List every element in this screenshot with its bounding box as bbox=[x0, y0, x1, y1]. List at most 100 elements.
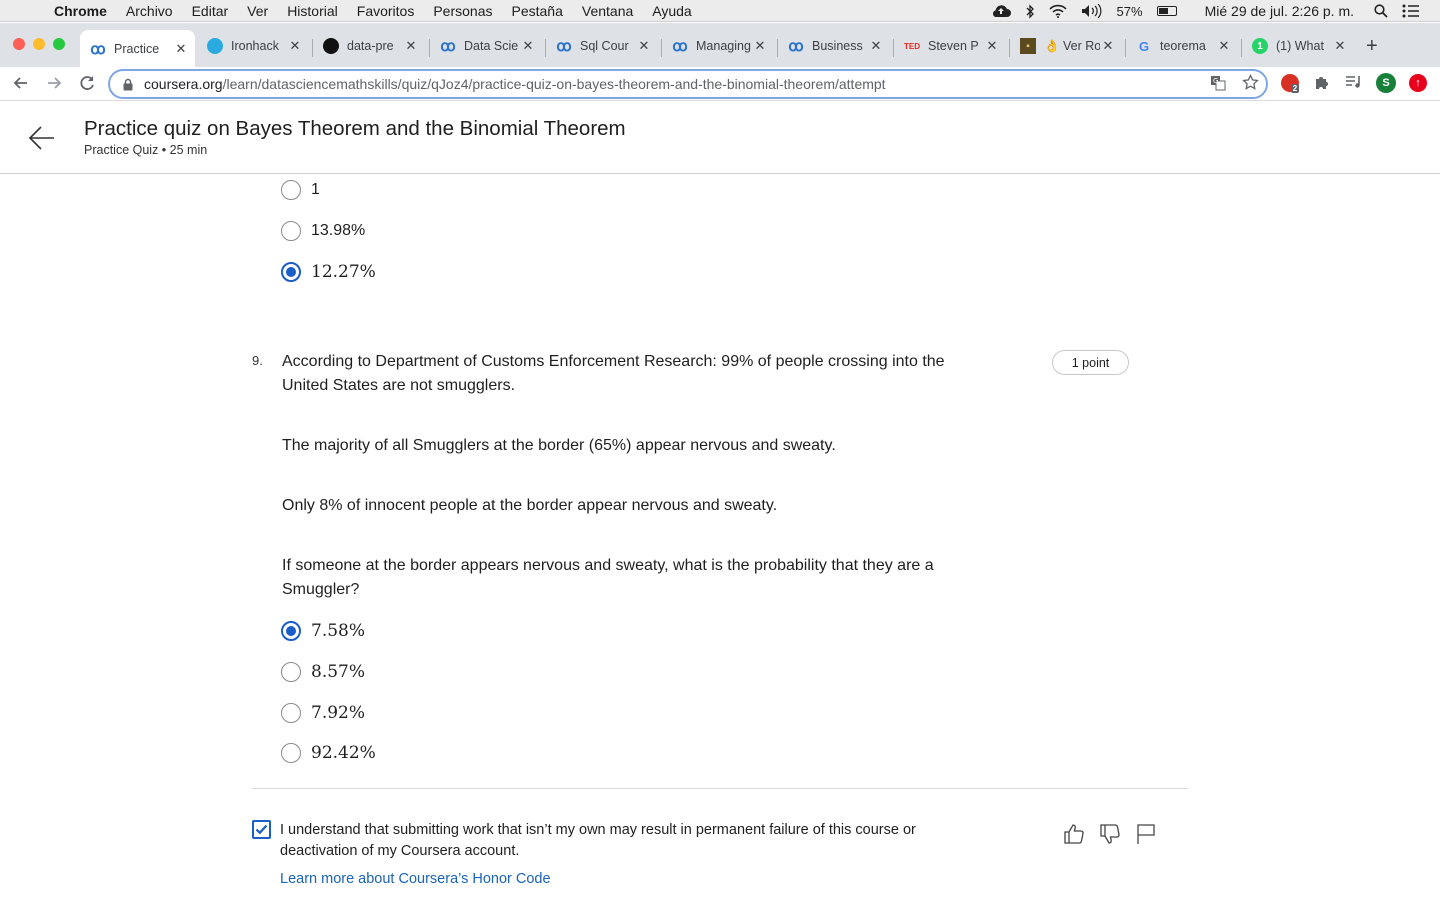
browser-tab[interactable]: ▪ 👌 Ver Ro ✕ bbox=[1010, 31, 1122, 61]
radio-button-selected[interactable] bbox=[281, 262, 301, 282]
menu-ventana[interactable]: Ventana bbox=[582, 3, 633, 19]
bookmark-star-icon[interactable] bbox=[1242, 74, 1259, 91]
radio-button-selected[interactable] bbox=[281, 621, 301, 641]
extension-badge-icon[interactable]: 2 bbox=[1281, 74, 1300, 93]
back-arrow-icon[interactable] bbox=[28, 124, 56, 152]
tab-title: 👌 Ver Ro bbox=[1044, 38, 1100, 53]
page-subtitle: Practice Quiz • 25 min bbox=[84, 143, 208, 157]
tab-close-icon[interactable]: ✕ bbox=[752, 38, 768, 54]
tab-title: Business bbox=[812, 39, 863, 53]
url-text[interactable]: coursera.org/learn/datasciencemathskills… bbox=[144, 76, 886, 92]
coursera-icon: ꝏ bbox=[440, 38, 456, 55]
profile-avatar[interactable]: S bbox=[1376, 73, 1396, 93]
menu-pestana[interactable]: Pestaña bbox=[512, 3, 563, 19]
reload-icon[interactable] bbox=[77, 73, 97, 93]
tab-close-icon[interactable]: ✕ bbox=[636, 38, 652, 54]
window-close-button[interactable] bbox=[13, 38, 25, 50]
new-tab-button[interactable]: + bbox=[1366, 35, 1378, 58]
lock-icon[interactable] bbox=[122, 78, 134, 91]
answer-option[interactable]: 7.58% bbox=[281, 619, 365, 643]
update-icon[interactable]: ↑ bbox=[1409, 74, 1427, 92]
url-domain: coursera.org bbox=[144, 76, 223, 92]
thumbs-up-icon[interactable] bbox=[1062, 822, 1086, 846]
battery-icon[interactable] bbox=[1156, 6, 1177, 16]
tab-close-icon[interactable]: ✕ bbox=[403, 38, 419, 54]
thumbs-down-icon[interactable] bbox=[1098, 822, 1122, 846]
folder-icon: ▪ bbox=[1020, 38, 1036, 54]
coursera-icon: ꝏ bbox=[556, 38, 572, 55]
cloud-upload-icon[interactable] bbox=[991, 4, 1011, 18]
tab-close-icon[interactable]: ✕ bbox=[984, 38, 1000, 54]
radio-button[interactable] bbox=[281, 221, 301, 241]
radio-button[interactable] bbox=[281, 662, 301, 682]
question-number: 9. bbox=[252, 353, 263, 368]
menu-favoritos[interactable]: Favoritos bbox=[357, 3, 415, 19]
option-label: 12.27% bbox=[311, 262, 376, 282]
extensions-puzzle-icon[interactable] bbox=[1314, 74, 1330, 90]
browser-tab[interactable]: Ironhack ✕ bbox=[197, 31, 309, 61]
browser-tab[interactable]: TED Steven P ✕ bbox=[894, 31, 1006, 61]
tab-close-icon[interactable]: ✕ bbox=[868, 38, 884, 54]
menu-personas[interactable]: Personas bbox=[433, 3, 492, 19]
translate-icon[interactable]: G bbox=[1210, 75, 1226, 91]
answer-option[interactable]: 8.57% bbox=[281, 660, 365, 684]
tab-title: Steven P bbox=[928, 39, 979, 53]
menu-archivo[interactable]: Archivo bbox=[126, 3, 173, 19]
question-text: Only 8% of innocent people at the border… bbox=[282, 497, 778, 514]
tab-strip: ꝏ Practice ✕ Ironhack ✕ data-pre ✕ ꝏ Data Scie ✕ ꝏ… bbox=[0, 23, 1440, 67]
tab-close-icon[interactable]: ✕ bbox=[1332, 38, 1348, 54]
tab-separator bbox=[1241, 39, 1242, 57]
menu-ver[interactable]: Ver bbox=[247, 3, 268, 19]
window-minimize-button[interactable] bbox=[33, 38, 45, 50]
answer-option[interactable]: 13.98% bbox=[281, 219, 365, 243]
radio-button[interactable] bbox=[281, 743, 301, 763]
back-icon[interactable] bbox=[11, 73, 31, 93]
radio-button[interactable] bbox=[281, 180, 301, 200]
window-zoom-button[interactable] bbox=[53, 38, 65, 50]
answer-option[interactable]: 7.92% bbox=[281, 701, 365, 725]
checkmark-icon bbox=[255, 824, 268, 835]
browser-tab[interactable]: ꝏ Data Scie ✕ bbox=[430, 31, 542, 61]
answer-option[interactable]: 1 bbox=[281, 178, 320, 202]
battery-level bbox=[1158, 8, 1168, 14]
tab-title: teorema bbox=[1160, 39, 1206, 53]
points-badge: 1 point bbox=[1052, 350, 1129, 375]
browser-tab[interactable]: ꝏ Practice ✕ bbox=[80, 30, 195, 67]
tab-close-icon[interactable]: ✕ bbox=[287, 38, 303, 54]
radio-button[interactable] bbox=[281, 703, 301, 723]
tab-close-icon[interactable]: ✕ bbox=[173, 41, 189, 57]
wifi-icon[interactable] bbox=[1048, 4, 1067, 18]
menu-app-name[interactable]: Chrome bbox=[54, 3, 107, 19]
browser-tab[interactable]: ꝏ Business ✕ bbox=[778, 31, 890, 61]
tab-close-icon[interactable]: ✕ bbox=[520, 38, 536, 54]
flag-icon[interactable] bbox=[1134, 822, 1158, 846]
browser-tab[interactable]: ꝏ Managing ✕ bbox=[662, 31, 774, 61]
menu-editar[interactable]: Editar bbox=[192, 3, 229, 19]
browser-tab[interactable]: Gteorema ✕ bbox=[1126, 31, 1238, 61]
option-label: 13.98% bbox=[311, 222, 366, 239]
browser-tab[interactable]: data-pre ✕ bbox=[313, 31, 425, 61]
browser-tab[interactable]: ꝏ Sql Cour ✕ bbox=[546, 31, 658, 61]
honor-code-checkbox[interactable] bbox=[252, 820, 271, 839]
coursera-icon: ꝏ bbox=[788, 38, 804, 55]
tab-close-icon[interactable]: ✕ bbox=[1216, 38, 1232, 54]
menu-historial[interactable]: Historial bbox=[287, 3, 338, 19]
option-label: 1 bbox=[311, 181, 320, 198]
spotlight-search-icon[interactable] bbox=[1374, 4, 1388, 18]
tab-close-icon[interactable]: ✕ bbox=[1100, 38, 1116, 54]
notification-center-icon[interactable] bbox=[1402, 4, 1420, 18]
tab-separator bbox=[1125, 39, 1126, 57]
volume-icon[interactable] bbox=[1081, 4, 1103, 18]
honor-code-link[interactable]: Learn more about Coursera’s Honor Code bbox=[280, 871, 551, 887]
answer-option[interactable]: 12.27% bbox=[281, 260, 376, 284]
ironhack-icon bbox=[207, 38, 223, 54]
menu-ayuda[interactable]: Ayuda bbox=[652, 3, 691, 19]
menu-clock[interactable]: Mié 29 de jul. 2:26 p. m. bbox=[1205, 3, 1354, 19]
address-bar[interactable]: coursera.org/learn/datasciencemathskills… bbox=[108, 69, 1268, 99]
browser-tab[interactable]: 1 (1) What ✕ bbox=[1242, 31, 1354, 61]
media-queue-icon[interactable] bbox=[1345, 75, 1363, 89]
quiz-header: Practice quiz on Bayes Theorem and the B… bbox=[0, 102, 1440, 174]
bluetooth-icon[interactable] bbox=[1025, 3, 1035, 19]
forward-icon[interactable] bbox=[44, 73, 64, 93]
answer-option[interactable]: 92.42% bbox=[281, 741, 376, 765]
